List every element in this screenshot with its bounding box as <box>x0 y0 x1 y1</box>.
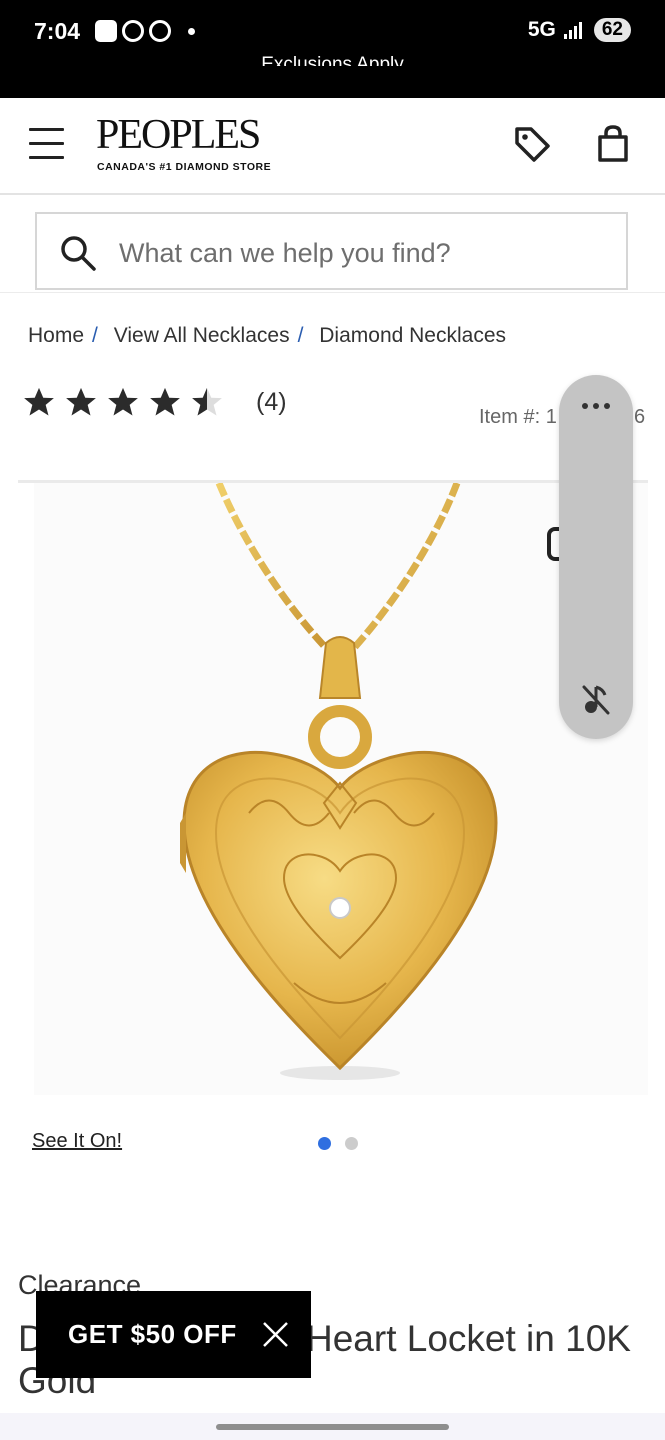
site-header: PEOPLES CANADA'S #1 DIAMOND STORE <box>0 98 665 195</box>
star-icon <box>108 387 138 416</box>
divider <box>0 292 665 293</box>
status-time: 7:04 <box>34 18 81 44</box>
logo-tagline: CANADA'S #1 DIAMOND STORE <box>97 161 272 173</box>
carousel-dot-2[interactable] <box>345 1137 358 1150</box>
more-options-icon[interactable] <box>582 403 610 409</box>
search-bar[interactable] <box>35 212 628 290</box>
carousel-dot-1[interactable] <box>318 1137 331 1150</box>
product-title-end: Heart Locket in 10K <box>306 1318 631 1359</box>
product-image[interactable] <box>34 483 648 1095</box>
star-icon <box>66 387 96 416</box>
deals-tag-icon[interactable] <box>512 124 552 164</box>
product-rating[interactable]: (4) <box>22 385 287 419</box>
breadcrumb-diamond-necklaces[interactable]: Diamond Necklaces <box>319 324 506 347</box>
close-icon[interactable] <box>262 1321 289 1348</box>
half-star-icon <box>192 387 222 416</box>
home-gesture-handle[interactable] <box>216 1424 449 1430</box>
promo-link[interactable]: Exclusions Apply <box>0 46 665 66</box>
floating-panel[interactable] <box>559 375 633 739</box>
item-number-end: 6 <box>634 406 646 428</box>
network-type: 5G <box>527 18 556 41</box>
see-it-on-link[interactable]: See It On! <box>32 1130 122 1153</box>
breadcrumb-view-all-necklaces[interactable]: View All Necklaces <box>114 324 290 347</box>
logo[interactable]: PEOPLES <box>96 114 261 156</box>
signal-icon <box>563 21 586 39</box>
shopping-bag-icon[interactable] <box>595 124 631 164</box>
notification-app-icon <box>95 20 117 42</box>
breadcrumb: Home / View All Necklaces / Diamond Neckla… <box>28 324 507 347</box>
item-number: Item #: 1 <box>479 406 557 428</box>
offer-label[interactable]: GET $50 OFF <box>68 1319 237 1350</box>
whatsapp-icon <box>149 20 171 42</box>
battery-level: 62 <box>593 18 631 42</box>
search-input[interactable] <box>117 232 601 274</box>
carousel-dots <box>318 1137 358 1150</box>
review-count[interactable]: (4) <box>256 388 287 417</box>
star-icon <box>24 387 54 416</box>
status-right: 5G 62 <box>528 18 631 42</box>
system-nav-bar <box>0 1413 665 1440</box>
offer-banner[interactable]: GET $50 OFF <box>36 1291 311 1378</box>
sound-off-icon[interactable] <box>581 683 611 715</box>
notification-icons <box>95 20 195 42</box>
heart-locket-image <box>180 483 498 1080</box>
menu-icon[interactable] <box>29 128 64 160</box>
star-icon <box>150 387 180 416</box>
sync-icon <box>122 20 144 42</box>
status-bar: 7:04 5G 62 Exclusions Apply <box>0 0 665 98</box>
more-notifications-dot <box>188 27 195 35</box>
breadcrumb-home[interactable]: Home <box>28 324 84 347</box>
search-icon[interactable] <box>59 234 97 272</box>
